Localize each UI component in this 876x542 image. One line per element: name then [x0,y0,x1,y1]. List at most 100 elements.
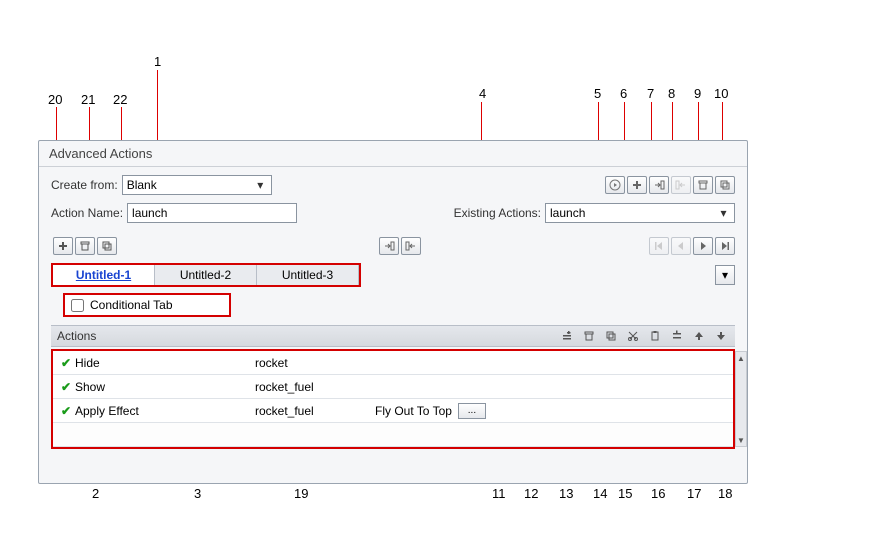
chevron-down-icon: ▾ [722,268,728,282]
export-icon [405,240,417,252]
export-icon [675,179,687,191]
export-shared-button[interactable] [401,237,421,255]
callout-6: 6 [620,86,627,101]
callout-2: 2 [92,486,99,501]
delete-row-button[interactable] [581,328,597,344]
import-shared-button[interactable] [379,237,399,255]
export-button [671,176,691,194]
tab-untitled-1[interactable]: Untitled-1 [53,265,155,285]
cut-row-button[interactable] [625,328,641,344]
prev-tab-button [671,237,691,255]
actions-grid: ✔ Hide rocket ✔ Show rocket_fuel ✔ Apply… [51,349,735,449]
arrow-down-icon [715,330,727,342]
trash-icon [697,179,709,191]
actions-section-header: Actions [51,325,735,347]
create-from-dropdown[interactable]: ▾ [122,175,272,195]
callout-9: 9 [694,86,701,101]
clipboard-icon [649,330,661,342]
callout-18: 18 [718,486,732,501]
action-cmd: Show [75,380,255,394]
tab-untitled-3[interactable]: Untitled-3 [257,265,359,285]
action-extra: Fly Out To Top [375,404,452,418]
callout-7: 7 [647,86,654,101]
scroll-down-icon[interactable]: ▼ [736,434,746,446]
callout-4: 4 [479,86,486,101]
action-row[interactable]: ✔ Hide rocket [53,351,733,375]
action-row[interactable]: ✔ Apply Effect rocket_fuel Fly Out To To… [53,399,733,423]
plus-icon [57,240,69,252]
check-icon: ✔ [57,380,75,394]
callout-16: 16 [651,486,665,501]
copy-icon [101,240,113,252]
conditional-tab-control[interactable]: Conditional Tab [63,293,231,317]
action-cmd: Hide [75,356,255,370]
first-tab-button [649,237,669,255]
advanced-actions-dialog: Advanced Actions Create from: ▾ [38,140,748,484]
copy-icon [605,330,617,342]
add-decision-button[interactable] [53,237,73,255]
callout-17: 17 [687,486,701,501]
effect-options-button[interactable]: ... [458,403,486,419]
action-name-input[interactable] [127,203,297,223]
callout-22: 22 [113,92,127,107]
last-tab-button[interactable] [715,237,735,255]
add-row-icon [561,330,573,342]
action-name-label: Action Name: [51,206,123,220]
check-icon: ✔ [57,356,75,370]
move-up-button[interactable] [691,328,707,344]
trash-icon [583,330,595,342]
action-target: rocket [255,356,375,370]
preview-button[interactable] [605,176,625,194]
tab-untitled-2[interactable]: Untitled-2 [155,265,257,285]
action-row-empty[interactable] [53,423,733,447]
tabs-overflow-button[interactable]: ▾ [715,265,735,285]
create-from-label: Create from: [51,178,118,192]
paste-row-button[interactable] [647,328,663,344]
plus-icon [631,179,643,191]
dialog-title: Advanced Actions [39,141,747,167]
import-button[interactable] [649,176,669,194]
existing-actions-label: Existing Actions: [454,206,541,220]
grid-scrollbar[interactable]: ▲ ▼ [735,351,747,447]
first-icon [653,240,665,252]
callout-21: 21 [81,92,95,107]
trash-icon [79,240,91,252]
dropdown-arrow-icon[interactable]: ▾ [717,206,730,220]
conditional-tab-label: Conditional Tab [90,298,173,312]
action-row[interactable]: ✔ Show rocket_fuel [53,375,733,399]
actions-header-title: Actions [57,329,96,343]
callout-5: 5 [594,86,601,101]
action-cmd: Apply Effect [75,404,255,418]
conditional-tab-checkbox[interactable] [71,299,84,312]
scroll-up-icon[interactable]: ▲ [736,352,746,364]
create-from-value[interactable] [127,178,254,192]
insert-row-icon [671,330,683,342]
callout-14: 14 [593,486,607,501]
create-new-button[interactable] [627,176,647,194]
copy-row-button[interactable] [603,328,619,344]
scissors-icon [627,330,639,342]
remove-decision-button[interactable] [75,237,95,255]
callout-19: 19 [294,486,308,501]
move-down-button[interactable] [713,328,729,344]
decision-tabs: Untitled-1 Untitled-2 Untitled-3 [51,263,361,287]
last-icon [719,240,731,252]
callout-11: 11 [492,486,506,501]
callout-20: 20 [48,92,62,107]
duplicate-action-button[interactable] [715,176,735,194]
prev-icon [675,240,687,252]
callout-3: 3 [194,486,201,501]
delete-action-button[interactable] [693,176,713,194]
callout-13: 13 [559,486,573,501]
action-target: rocket_fuel [255,380,375,394]
next-tab-button[interactable] [693,237,713,255]
insert-row-button[interactable] [669,328,685,344]
callout-15: 15 [618,486,632,501]
existing-actions-value[interactable] [550,206,717,220]
duplicate-decision-button[interactable] [97,237,117,255]
add-row-button[interactable] [559,328,575,344]
import-icon [653,179,665,191]
check-icon: ✔ [57,404,75,418]
existing-actions-dropdown[interactable]: ▾ [545,203,735,223]
dropdown-arrow-icon[interactable]: ▾ [254,178,267,192]
